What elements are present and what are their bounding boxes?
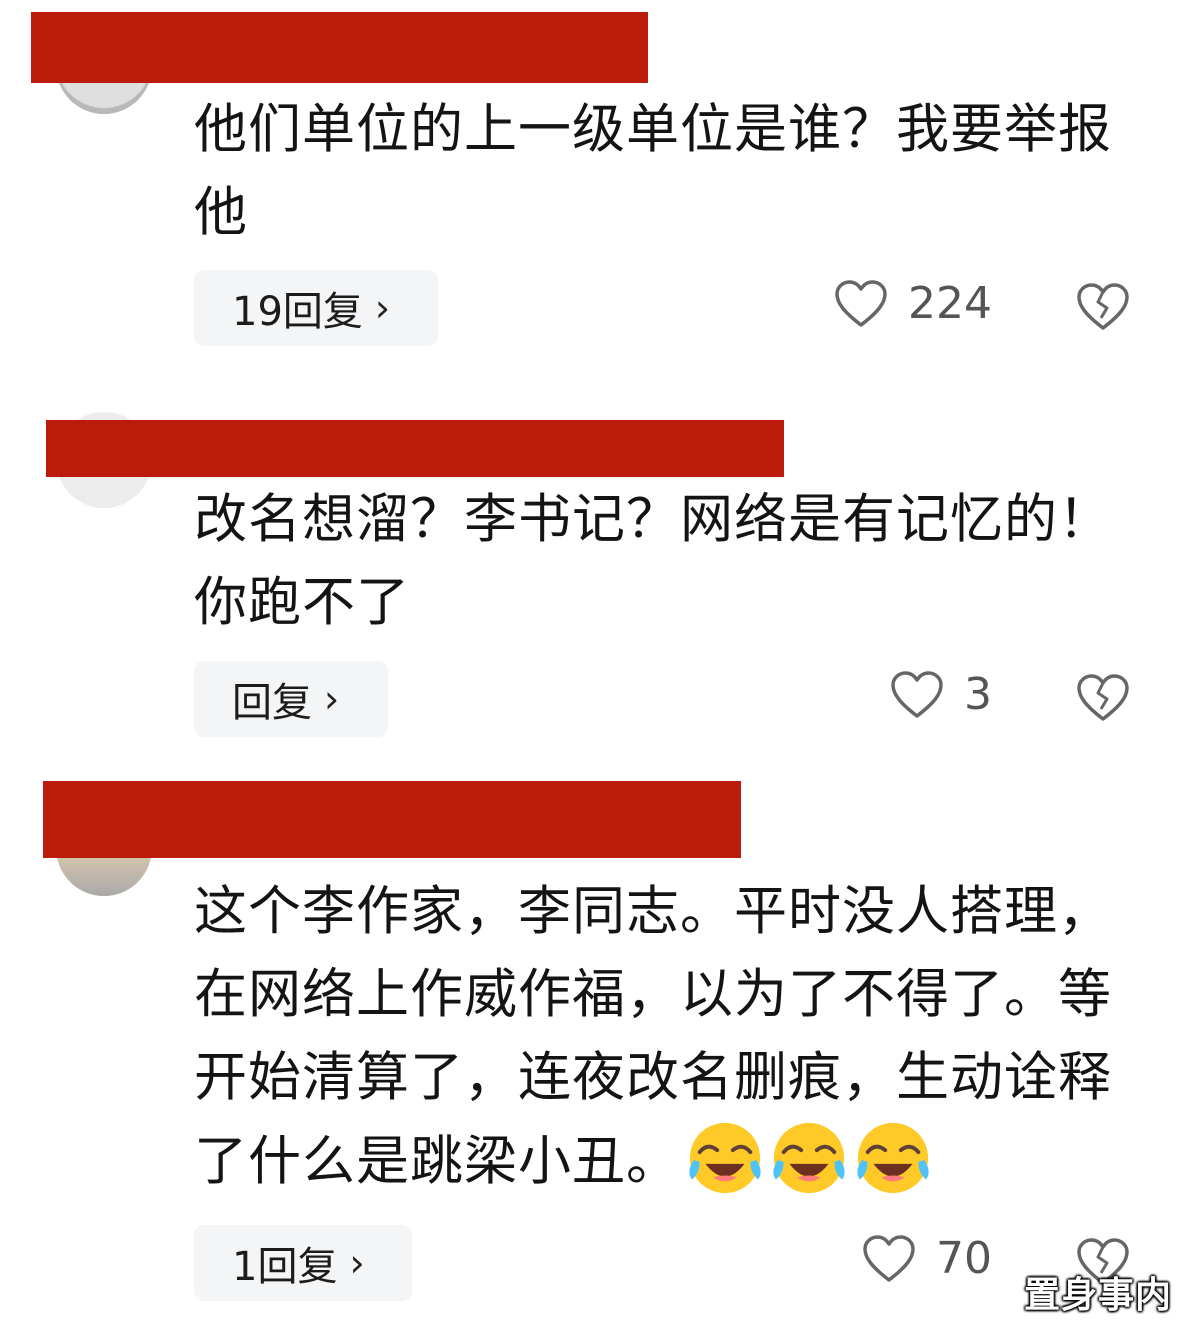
chevron-right-icon: › [324, 677, 340, 721]
like-count: 3 [964, 669, 992, 720]
redacted-username-bar [31, 12, 648, 83]
redacted-username-bar [46, 420, 784, 477]
heart-icon [863, 1234, 915, 1282]
reply-label: 1回复 [232, 1244, 338, 1290]
like-count: 224 [908, 278, 992, 329]
reply-button[interactable]: 1回复 › [194, 1225, 412, 1301]
like-count: 70 [936, 1233, 992, 1284]
comment-text: 他们单位的上一级单位是谁？我要举报他 [194, 99, 1112, 243]
heart-icon [835, 279, 887, 327]
like-button[interactable]: 70 [862, 1233, 992, 1284]
broken-heart-icon [1077, 674, 1129, 721]
chevron-right-icon: › [374, 286, 391, 330]
broken-heart-icon [1077, 283, 1129, 330]
reply-label: 19回复 [232, 289, 363, 335]
reply-label: 回复 [232, 680, 312, 726]
heart-icon [891, 670, 943, 718]
comment-text-body: 这个李作家，李同志。平时没人搭理，在网络上作威作福，以为了不得了。等开始清算了，… [194, 881, 1112, 1192]
redacted-username-bar [43, 781, 741, 858]
laughing-crying-emoji [689, 1122, 761, 1194]
laughing-crying-emoji [773, 1122, 845, 1194]
laughing-crying-emoji [857, 1122, 929, 1194]
comment-text: 这个李作家，李同志。平时没人搭理，在网络上作威作福，以为了不得了。等开始清算了，… [194, 870, 1154, 1203]
like-button[interactable]: 3 [890, 669, 992, 720]
watermark: 置身事内 [1024, 1275, 1173, 1316]
dislike-button[interactable] [1076, 673, 1130, 727]
chevron-right-icon: › [349, 1241, 365, 1285]
like-button[interactable]: 224 [834, 278, 992, 329]
comment-text: 改名想溜？李书记？网络是有记忆的！你跑不了 [194, 489, 1112, 633]
reply-button[interactable]: 回复 › [194, 661, 388, 737]
dislike-button[interactable] [1076, 282, 1130, 336]
reply-button[interactable]: 19回复 › [194, 270, 438, 346]
